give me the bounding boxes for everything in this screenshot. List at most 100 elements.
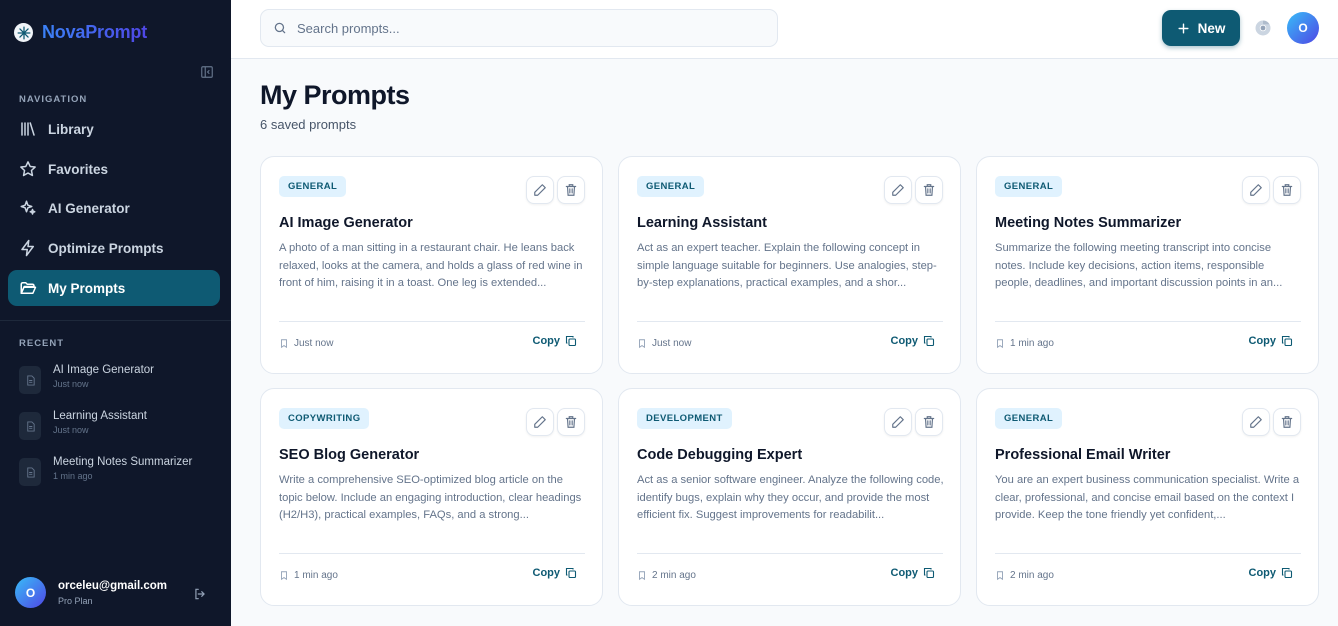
edit-button[interactable] <box>884 176 912 204</box>
sidebar-item-favorites[interactable]: Favorites <box>8 151 220 187</box>
delete-button[interactable] <box>915 408 943 436</box>
edit-button[interactable] <box>1242 176 1270 204</box>
bookmark-icon <box>997 571 1003 581</box>
copy-button[interactable]: Copy <box>533 335 578 347</box>
trash-icon <box>565 184 577 196</box>
sidebar-divider <box>0 320 231 321</box>
edit-button[interactable] <box>884 408 912 436</box>
prompt-card[interactable]: GENERAL AI Image Generator A photo of a … <box>260 156 603 374</box>
star-icon <box>20 161 36 177</box>
trash-icon <box>565 416 577 428</box>
delete-button[interactable] <box>1273 176 1301 204</box>
card-timestamp: 1 min ago <box>995 338 1054 349</box>
copy-label: Copy <box>890 567 919 579</box>
brand-name: NovaPrompt <box>42 22 148 42</box>
edit-button[interactable] <box>1242 408 1270 436</box>
recent-item-title: Meeting Notes Summarizer <box>53 456 193 468</box>
document-icon <box>19 412 41 440</box>
user-profile[interactable]: O orceleu@gmail.com Pro Plan <box>15 577 215 608</box>
card-time-text: 1 min ago <box>1010 338 1054 349</box>
card-time-text: Just now <box>294 338 334 349</box>
browser-extension-icon[interactable] <box>1254 19 1272 37</box>
card-time-text: 2 min ago <box>652 570 696 581</box>
prompt-card[interactable]: GENERAL Meeting Notes Summarizer Summari… <box>976 156 1319 374</box>
category-badge[interactable]: GENERAL <box>637 176 705 197</box>
prompt-card[interactable]: DEVELOPMENT Code Debugging Expert Act as… <box>618 388 961 606</box>
copy-button[interactable]: Copy <box>891 335 936 347</box>
library-icon <box>21 122 35 136</box>
copy-button[interactable]: Copy <box>891 567 936 579</box>
card-actions <box>1242 176 1301 204</box>
copy-button[interactable]: Copy <box>533 567 578 579</box>
edit-button[interactable] <box>526 408 554 436</box>
document-icon <box>19 458 41 486</box>
delete-button[interactable] <box>557 176 585 204</box>
recent-item[interactable]: Meeting Notes Summarizer 1 min ago <box>19 456 219 496</box>
card-title: AI Image Generator <box>279 215 413 231</box>
search-input[interactable] <box>297 20 737 36</box>
card-title: SEO Blog Generator <box>279 447 420 463</box>
user-email: orceleu@gmail.com <box>58 579 167 592</box>
recent-item-title: Learning Assistant <box>53 410 147 422</box>
plus-icon <box>1178 22 1189 34</box>
prompt-card[interactable]: GENERAL Professional Email Writer You ar… <box>976 388 1319 606</box>
card-description: Summarize the following meeting transcri… <box>995 242 1283 289</box>
sidebar-collapse-icon[interactable] <box>200 65 214 79</box>
sidebar-item-label: Library <box>48 121 94 137</box>
copy-icon <box>565 567 577 579</box>
recent-section-label: RECENT <box>19 338 65 349</box>
category-badge[interactable]: GENERAL <box>279 176 347 197</box>
account-avatar[interactable]: O <box>1287 12 1319 44</box>
card-divider <box>995 553 1301 554</box>
recent-item[interactable]: Learning Assistant Just now <box>19 410 219 450</box>
pencil-icon <box>534 416 546 428</box>
logout-icon[interactable] <box>193 587 207 601</box>
category-badge[interactable]: GENERAL <box>995 408 1063 429</box>
category-badge[interactable]: DEVELOPMENT <box>637 408 732 429</box>
trash-icon <box>1281 416 1293 428</box>
sidebar-item-my-prompts[interactable]: My Prompts <box>8 270 220 306</box>
delete-button[interactable] <box>1273 408 1301 436</box>
sidebar: NovaPrompt NAVIGATION Library Favorites … <box>0 0 231 626</box>
trash-icon <box>923 416 935 428</box>
category-badge[interactable]: COPYWRITING <box>279 408 370 429</box>
card-actions <box>526 176 585 204</box>
category-badge[interactable]: GENERAL <box>995 176 1063 197</box>
card-time-text: 2 min ago <box>1010 570 1054 581</box>
copy-icon <box>1281 335 1293 347</box>
document-icon <box>19 366 41 394</box>
brand[interactable]: NovaPrompt <box>14 22 147 43</box>
edit-button[interactable] <box>526 176 554 204</box>
prompt-card[interactable]: GENERAL Learning Assistant Act as an exp… <box>618 156 961 374</box>
sparkles-icon <box>20 200 36 215</box>
search-box[interactable] <box>260 9 778 47</box>
card-timestamp: 2 min ago <box>995 570 1054 581</box>
bookmark-icon <box>281 339 287 349</box>
nav-section-label: NAVIGATION <box>19 94 88 105</box>
sidebar-item-optimize-prompts[interactable]: Optimize Prompts <box>8 230 220 266</box>
sidebar-item-ai-generator[interactable]: AI Generator <box>8 190 220 226</box>
card-actions <box>884 176 943 204</box>
delete-button[interactable] <box>915 176 943 204</box>
card-description: A photo of a man sitting in a restaurant… <box>279 242 583 289</box>
card-time-text: Just now <box>652 338 692 349</box>
delete-button[interactable] <box>557 408 585 436</box>
copy-button[interactable]: Copy <box>1249 567 1294 579</box>
copy-button[interactable]: Copy <box>1249 335 1294 347</box>
card-timestamp: 2 min ago <box>637 570 696 581</box>
card-description: Write a comprehensive SEO-optimized blog… <box>279 474 582 521</box>
pencil-icon <box>892 184 904 196</box>
card-timestamp: Just now <box>637 338 691 349</box>
folder-open-icon <box>20 282 37 294</box>
card-title: Code Debugging Expert <box>637 447 803 463</box>
copy-label: Copy <box>890 335 919 347</box>
recent-item[interactable]: AI Image Generator Just now <box>19 364 219 404</box>
copy-icon <box>565 335 577 347</box>
copy-label: Copy <box>1248 567 1277 579</box>
avatar: O <box>15 577 46 608</box>
page-title: My Prompts <box>260 80 410 110</box>
new-prompt-button[interactable]: New <box>1162 10 1240 46</box>
card-divider <box>279 553 585 554</box>
prompt-card[interactable]: COPYWRITING SEO Blog Generator Write a c… <box>260 388 603 606</box>
sidebar-item-library[interactable]: Library <box>8 111 220 147</box>
